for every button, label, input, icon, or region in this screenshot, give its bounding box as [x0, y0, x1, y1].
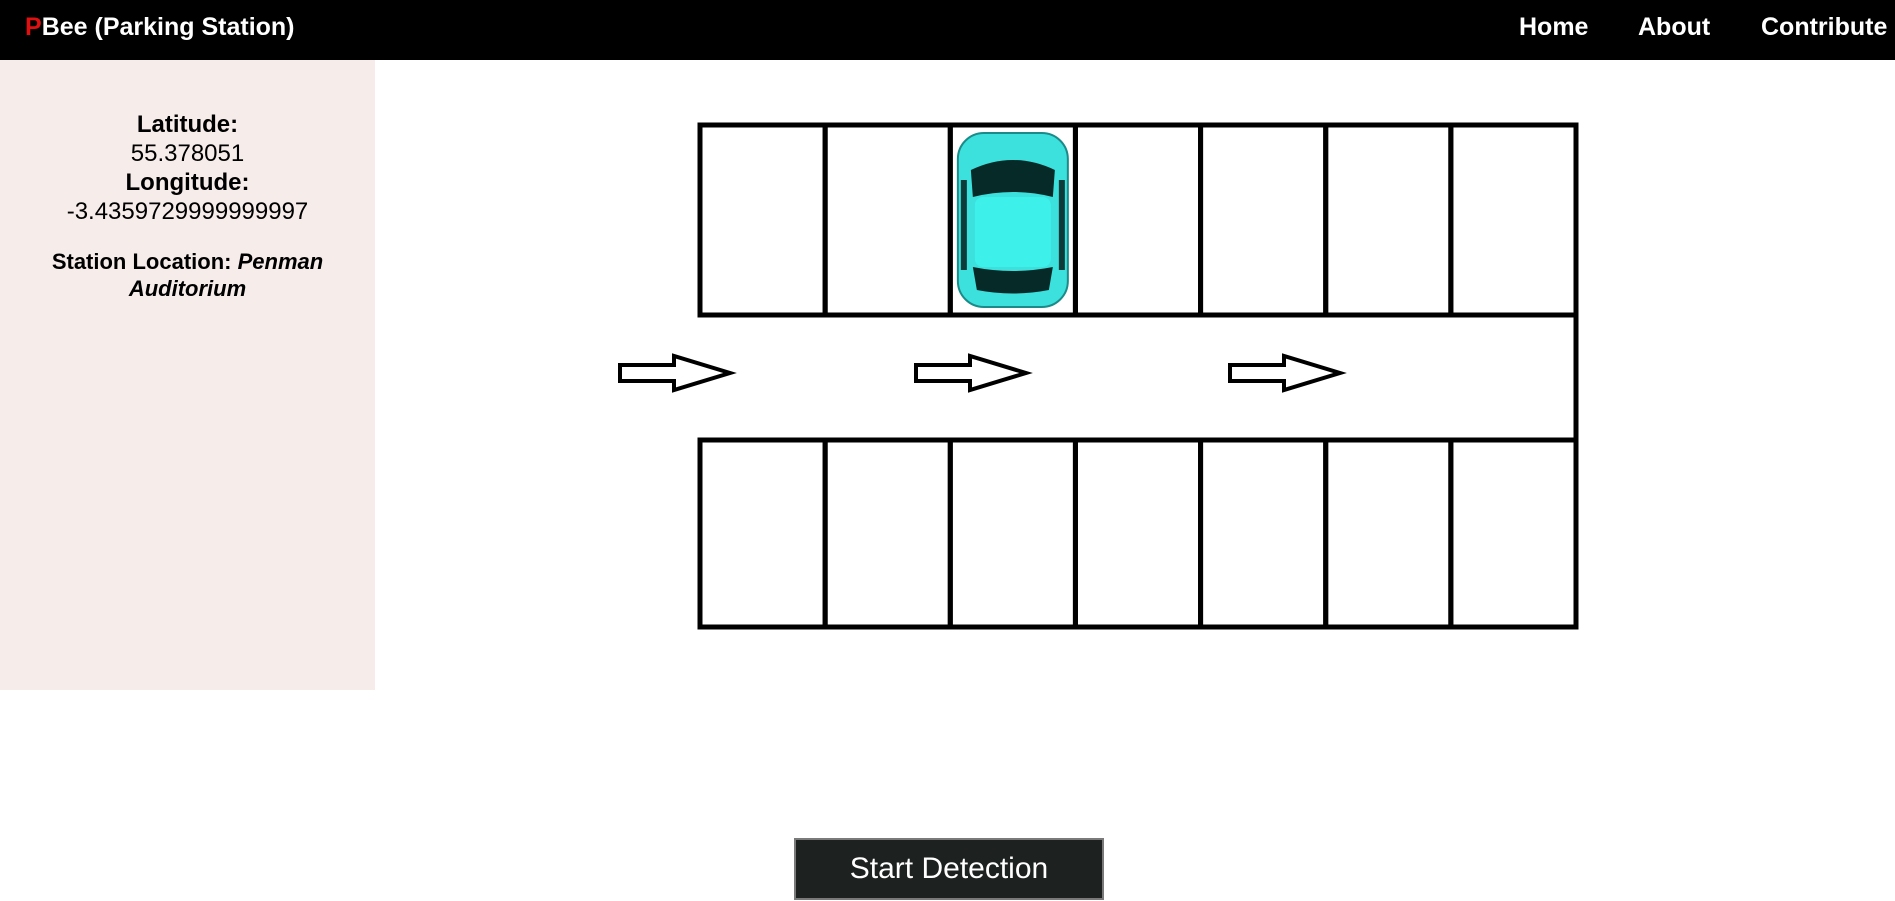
parking-spot-top-5: [1198, 122, 1329, 318]
parking-lot-map: [618, 122, 1579, 630]
parking-spot-bottom-4: [1072, 437, 1204, 630]
parking-spot-bottom-6: [1323, 437, 1454, 630]
parking-spot-top-2: [822, 122, 953, 318]
parking-spot-top-7: [1448, 122, 1579, 318]
parking-spot-top-1: [697, 122, 828, 318]
parking-spot-top-4: [1072, 122, 1204, 318]
lane-direction-arrow-icon: [1228, 353, 1347, 393]
parking-spot-bottom-3: [947, 437, 1078, 630]
parking-spot-bottom-1: [697, 437, 828, 630]
start-detection-button[interactable]: Start Detection: [794, 838, 1104, 900]
parking-spot-bottom-7: [1448, 437, 1579, 630]
parked-car-icon: [956, 132, 1069, 308]
lane-direction-arrow-icon: [914, 353, 1033, 393]
parking-spot-top-6: [1323, 122, 1454, 318]
lane-direction-arrow-icon: [618, 353, 737, 393]
parking-spot-bottom-5: [1198, 437, 1329, 630]
parking-spot-bottom-2: [822, 437, 953, 630]
